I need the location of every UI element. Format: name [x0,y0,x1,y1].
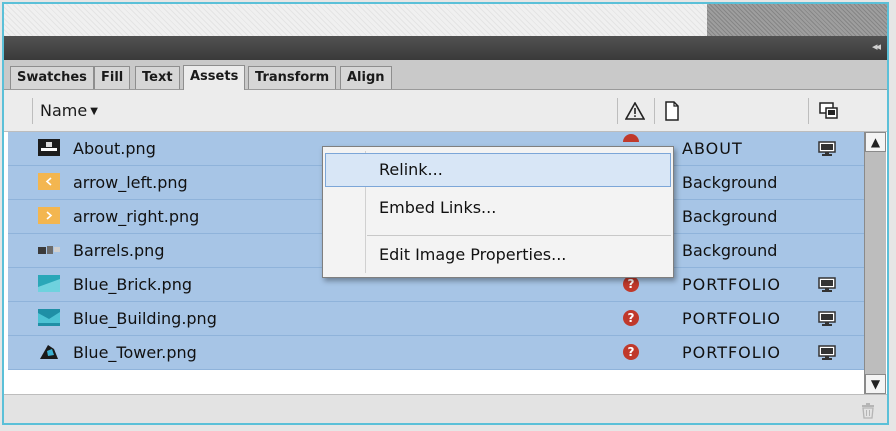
missing-link-icon[interactable]: ? [623,310,639,326]
asset-page: PORTFOLIO [682,309,781,328]
column-header-row: Name ▼ [4,90,887,132]
asset-name: Barrels.png [73,241,165,260]
name-column-header[interactable]: Name ▼ [40,101,98,120]
vertical-scrollbar[interactable]: ▲ ▼ [864,132,886,394]
panel-tab-bar: Swatches Fill Text Assets Transform Alig… [4,60,887,90]
asset-name: Blue_Building.png [73,309,217,328]
tab-fill[interactable]: Fill [94,66,131,89]
panel-footer [4,394,887,423]
asset-name: arrow_right.png [73,207,200,226]
monitor-icon[interactable] [818,277,836,293]
tab-transform[interactable]: Transform [248,66,337,89]
scroll-up-arrow[interactable]: ▲ [865,132,886,152]
menu-separator [367,235,671,236]
list-item[interactable]: Blue_Tower.png ? PORTFOLIO [8,336,864,370]
asset-page: Background [682,173,778,192]
list-item[interactable]: Blue_Building.png ? PORTFOLIO [8,302,864,336]
menu-item-edit-image-properties[interactable]: Edit Image Properties... [379,245,566,264]
warning-triangle-icon[interactable] [625,102,645,120]
header-divider [654,98,655,124]
thumbnail-arrow-left-icon [38,173,60,190]
trash-icon[interactable] [861,403,875,419]
name-column-label: Name [40,101,88,120]
tab-align[interactable]: Align [340,66,392,89]
collapse-icon[interactable]: ◂◂ [872,40,881,53]
asset-name: arrow_left.png [73,173,188,192]
thumbnail-barrels-icon [38,241,60,258]
page-icon[interactable] [664,101,680,121]
thumbnail-blue-tower-icon [38,343,60,360]
asset-page: Background [682,241,778,260]
asset-name: Blue_Tower.png [73,343,197,362]
tab-swatches[interactable]: Swatches [10,66,94,89]
thumbnail-blue-building-icon [38,309,60,326]
tab-text[interactable]: Text [135,66,180,89]
thumbnail-dark-photo-icon [38,139,60,156]
thumbnail-arrow-right-icon [38,207,60,224]
monitor-icon[interactable] [818,141,836,157]
device-preview-icon[interactable] [819,102,839,120]
tab-assets[interactable]: Assets [183,65,246,90]
panel-title-bar[interactable]: ◂◂ [4,36,887,60]
header-divider [808,98,809,124]
asset-page: PORTFOLIO [682,343,781,362]
header-divider [32,98,33,124]
asset-name: Blue_Brick.png [73,275,193,294]
menu-item-embed-links[interactable]: Embed Links... [379,198,496,217]
panel-top-strip [4,4,887,36]
asset-page: PORTFOLIO [682,275,781,294]
missing-link-icon[interactable]: ? [623,276,639,292]
thumbnail-blue-brick-icon [38,275,60,292]
menu-item-relink[interactable]: Relink... [379,160,443,179]
menu-highlight [325,153,671,187]
missing-link-icon[interactable] [623,134,639,142]
caret-down-icon[interactable]: ▼ [90,106,98,117]
asset-page: Background [682,207,778,226]
assets-panel: ◂◂ Swatches Fill Text Assets Transform A… [2,2,889,425]
context-menu: Relink... Embed Links... Edit Image Prop… [322,146,674,278]
scroll-down-arrow[interactable]: ▼ [865,374,886,394]
missing-link-icon[interactable]: ? [623,344,639,360]
header-divider [617,98,618,124]
monitor-icon[interactable] [818,311,836,327]
monitor-icon[interactable] [818,345,836,361]
panel-top-strip-dark [707,4,887,36]
asset-page: ABOUT [682,139,743,158]
asset-name: About.png [73,139,156,158]
